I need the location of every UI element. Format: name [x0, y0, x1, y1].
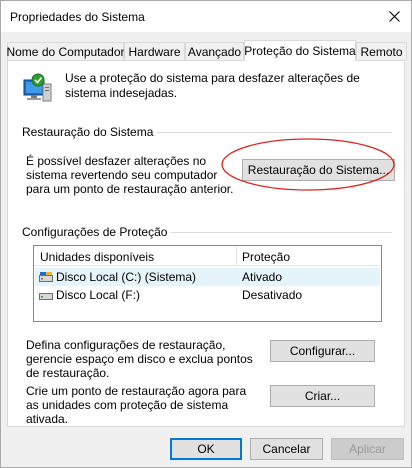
restore-description: É possível desfazer alterações no sistem… [26, 154, 234, 196]
column-divider[interactable] [236, 246, 237, 266]
drive-row-c[interactable]: Disco Local (C:) (Sistema) Ativado [35, 268, 380, 286]
system-protection-icon [23, 73, 52, 102]
close-icon [388, 11, 400, 22]
column-header-protection[interactable]: Proteção [242, 250, 290, 264]
ok-button[interactable]: OK [170, 438, 242, 460]
cancel-button[interactable]: Cancelar [250, 438, 323, 460]
tab-hardware[interactable]: Hardware [124, 42, 185, 61]
restore-section-label: Restauração do Sistema [22, 125, 158, 139]
tab-remote[interactable]: Remoto [356, 42, 407, 61]
drives-list-header: Unidades disponíveis Proteção [34, 246, 381, 266]
drives-list[interactable]: Unidades disponíveis Proteção Disco Loca… [33, 245, 382, 322]
create-button[interactable]: Criar... [270, 385, 375, 407]
tab-computer-name[interactable]: Nome do Computador [6, 42, 125, 61]
protection-section-label: Configurações de Proteção [22, 225, 172, 239]
tab-system-protection[interactable]: Proteção do Sistema [244, 40, 356, 61]
system-restore-button[interactable]: Restauração do Sistema... [242, 159, 395, 181]
drive-name: Disco Local (F:) [56, 288, 141, 302]
window-title: Propriedades do Sistema [10, 10, 145, 24]
close-button[interactable] [377, 1, 411, 32]
apply-button[interactable]: Aplicar [331, 438, 404, 460]
configure-description: Defina configurações de restauração, ger… [26, 338, 253, 380]
create-description: Crie um ponto de restauração agora para … [26, 384, 247, 426]
drive-icon [39, 293, 53, 300]
drive-row-f[interactable]: Disco Local (F:) Desativado [35, 286, 380, 304]
system-properties-dialog: Propriedades do Sistema Nome do Computad… [0, 0, 412, 468]
drive-name: Disco Local (C:) (Sistema) [56, 270, 197, 284]
drive-protection-status: Desativado [242, 288, 303, 302]
system-protection-panel: Use a proteção do sistema para desfazer … [7, 60, 405, 427]
title-bar: Propriedades do Sistema [1, 1, 411, 32]
drive-protection-status: Ativado [242, 270, 283, 284]
tab-strip: Nome do Computador Hardware Avançado Pro… [6, 40, 407, 61]
configure-button[interactable]: Configurar... [270, 340, 375, 362]
column-header-drives[interactable]: Unidades disponíveis [40, 250, 154, 264]
intro-text: Use a proteção do sistema para desfazer … [65, 71, 360, 100]
system-drive-icon [39, 272, 53, 282]
tab-advanced[interactable]: Avançado [185, 42, 244, 61]
